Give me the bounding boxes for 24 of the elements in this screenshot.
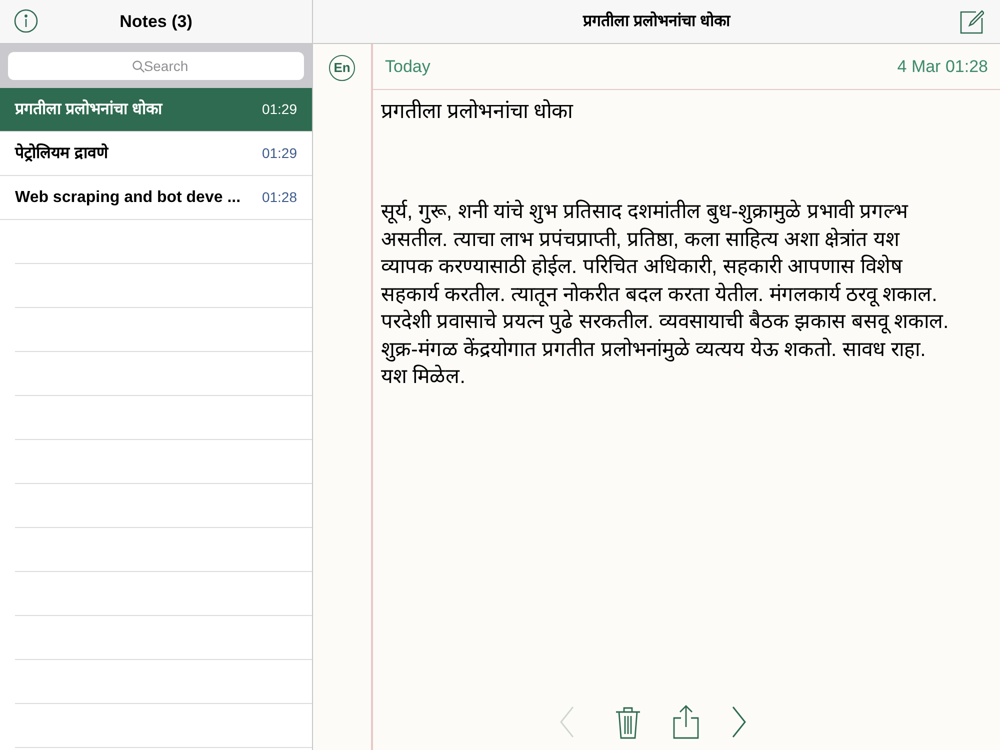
delete-button[interactable]	[614, 705, 640, 739]
note-body: सूर्य, गुरू, शनी यांचे शुभ प्रतिसाद दशमांतील बुध-शुक्रामुळे प्रभावी प्रगल्भ असतील. त्याचा लाभ प्रपंचप्राप्ती, प्रतिष्ठा, कला साहित्य अशा क्षेत्रांत यश व्यापक करण्यासाठी होईल. परिचित अधिकारी, सहकारी आपणास विशेष सहकार्य करतील. त्यातून नोकरीत बदल करता येतील. मंगलकार्य ठरवू शकाल. परदेशी प्रवासाचे प्रयत्न पुढे सरकतील. व्यवसायाची बैठक झकास बसवू शकाल. शुक्र-मंगळ केंद्रयोगात प्रगतीत प्रलोभनांमुळे व्यत्यय येऊ शकतो. सावध राहा. यश मिळेल.	[381, 198, 950, 390]
date-label: 4 Mar 01:28	[897, 56, 988, 78]
day-label: Today	[385, 56, 430, 78]
compose-button[interactable]	[960, 10, 984, 34]
note-header-title: प्रगतीला प्रलोभनांचा धोका	[583, 10, 730, 32]
language-badge[interactable]: En	[329, 55, 355, 81]
sidebar-title: Notes (3)	[120, 10, 192, 33]
note-heading: प्रगतीला प्रलोभनांचा धोका	[381, 98, 574, 125]
note-title: पेट्रोलियम द्रावणे	[15, 142, 108, 164]
note-time: 01:28	[262, 188, 297, 207]
note-time: 01:29	[262, 100, 297, 119]
info-button[interactable]	[14, 9, 38, 33]
search-field[interactable]: Search	[8, 52, 304, 80]
share-icon	[672, 705, 698, 739]
trash-icon	[614, 705, 640, 739]
compose-icon	[960, 10, 984, 34]
note-title: प्रगतीला प्रलोभनांचा धोका	[15, 98, 162, 120]
search-icon	[132, 60, 145, 73]
note-time: 01:29	[262, 144, 297, 163]
share-button[interactable]	[672, 705, 698, 739]
note-title: Web scraping and bot deve ...	[15, 188, 241, 208]
note-list-item[interactable]: प्रगतीला प्रलोभनांचा धोका 01:29	[0, 88, 312, 132]
info-icon	[14, 9, 38, 33]
